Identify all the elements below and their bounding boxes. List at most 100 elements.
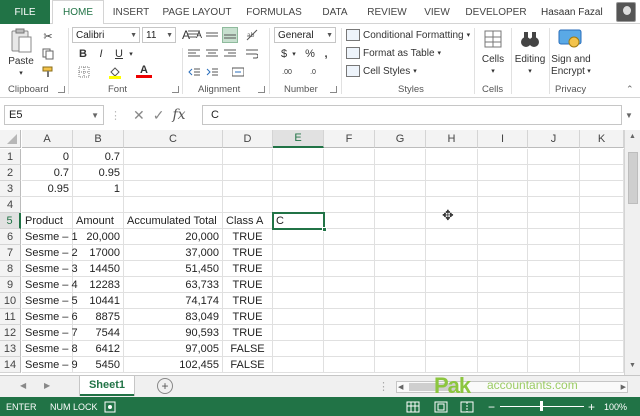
- normal-view-icon[interactable]: [406, 397, 420, 416]
- cell-j4[interactable]: [528, 197, 580, 213]
- currency-button[interactable]: $: [278, 46, 290, 62]
- cell-a7[interactable]: Sesme – 2: [22, 245, 78, 261]
- cells-dropdown-icon[interactable]: ▾: [478, 66, 508, 77]
- cell-i1[interactable]: [478, 149, 528, 165]
- conditional-formatting-button[interactable]: Conditional Formatting ▾: [346, 27, 470, 43]
- align-middle-icon[interactable]: [204, 27, 220, 43]
- scroll-up-icon[interactable]: ▲: [629, 133, 636, 140]
- cell-c9[interactable]: 63,733: [124, 277, 223, 293]
- comma-style-button[interactable]: ,: [320, 46, 332, 62]
- cell-d7[interactable]: TRUE: [223, 245, 273, 261]
- increase-decimal-button[interactable]: .00: [276, 64, 298, 80]
- cell-a5[interactable]: Product: [22, 213, 73, 229]
- cell-b4[interactable]: [73, 197, 124, 213]
- page-layout-view-icon[interactable]: [434, 397, 448, 416]
- row-header-3[interactable]: 3: [0, 181, 21, 197]
- cell-d3[interactable]: [223, 181, 273, 197]
- cell-g14[interactable]: [375, 357, 426, 373]
- formula-input[interactable]: C: [202, 105, 622, 125]
- cell-d13[interactable]: FALSE: [223, 341, 273, 357]
- cell-c6[interactable]: 20,000: [124, 229, 223, 245]
- cell-j2[interactable]: [528, 165, 580, 181]
- cell-d14[interactable]: FALSE: [223, 357, 273, 373]
- cell-f4[interactable]: [324, 197, 375, 213]
- font-size-dropdown[interactable]: 11 ▼: [142, 27, 176, 43]
- cell-c14[interactable]: 102,455: [124, 357, 223, 373]
- cell-j1[interactable]: [528, 149, 580, 165]
- cell-f6[interactable]: [324, 229, 375, 245]
- avatar[interactable]: [616, 2, 636, 22]
- cell-i12[interactable]: [478, 325, 528, 341]
- cell-d8[interactable]: TRUE: [223, 261, 273, 277]
- cell-d10[interactable]: TRUE: [223, 293, 273, 309]
- cell-e14[interactable]: [273, 357, 324, 373]
- cell-k8[interactable]: [580, 261, 624, 277]
- cell-a1[interactable]: 0: [22, 149, 73, 165]
- scroll-right-icon[interactable]: ▶: [621, 383, 626, 391]
- enter-icon[interactable]: ✓: [153, 107, 165, 124]
- cell-g7[interactable]: [375, 245, 426, 261]
- cell-b13[interactable]: 6412: [73, 341, 124, 357]
- decrease-indent-icon[interactable]: [186, 64, 202, 80]
- row-header-14[interactable]: 14: [0, 357, 21, 373]
- select-all-corner[interactable]: [0, 130, 21, 148]
- cell-k11[interactable]: [580, 309, 624, 325]
- cell-g13[interactable]: [375, 341, 426, 357]
- paste-dropdown-icon[interactable]: ▾: [6, 68, 36, 79]
- cell-g8[interactable]: [375, 261, 426, 277]
- cell-f9[interactable]: [324, 277, 375, 293]
- cells-button[interactable]: Cells: [478, 54, 508, 65]
- number-launcher-icon[interactable]: [330, 86, 337, 93]
- cell-h2[interactable]: [426, 165, 478, 181]
- cell-b9[interactable]: 12283: [73, 277, 124, 293]
- cell-a6[interactable]: Sesme – 1: [22, 229, 78, 245]
- name-box[interactable]: E5 ▼: [4, 105, 104, 125]
- underline-button[interactable]: U: [112, 46, 126, 62]
- tab-page-layout[interactable]: PAGE LAYOUT: [159, 0, 235, 24]
- cell-k10[interactable]: [580, 293, 624, 309]
- cell-h3[interactable]: [426, 181, 478, 197]
- cell-j13[interactable]: [528, 341, 580, 357]
- cell-f13[interactable]: [324, 341, 375, 357]
- font-name-dropdown[interactable]: Calibri ▼: [72, 27, 140, 43]
- cell-i13[interactable]: [478, 341, 528, 357]
- cell-styles-button[interactable]: Cell Styles ▾: [346, 63, 417, 79]
- fill-handle[interactable]: [322, 227, 327, 232]
- zoom-slider[interactable]: [500, 397, 584, 416]
- cell-i10[interactable]: [478, 293, 528, 309]
- column-header-k[interactable]: K: [580, 130, 624, 148]
- cell-e11[interactable]: [273, 309, 324, 325]
- editing-dropdown-icon[interactable]: ▾: [511, 66, 549, 77]
- user-name[interactable]: Hasaan Fazal: [541, 0, 603, 24]
- cell-k3[interactable]: [580, 181, 624, 197]
- tab-formulas[interactable]: FORMULAS: [238, 0, 310, 24]
- row-header-12[interactable]: 12: [0, 325, 21, 341]
- copy-icon[interactable]: [40, 46, 56, 62]
- next-sheet-icon[interactable]: ▶: [44, 381, 50, 390]
- cell-a11[interactable]: Sesme – 6: [22, 309, 78, 325]
- splitter-dots-icon[interactable]: ⋮: [378, 380, 389, 393]
- cell-a13[interactable]: Sesme – 8: [22, 341, 78, 357]
- borders-icon[interactable]: [76, 64, 92, 80]
- cell-g5[interactable]: [375, 213, 426, 229]
- cell-e8[interactable]: [273, 261, 324, 277]
- cell-g2[interactable]: [375, 165, 426, 181]
- cell-c8[interactable]: 51,450: [124, 261, 223, 277]
- column-header-j[interactable]: J: [528, 130, 580, 148]
- cell-h6[interactable]: [426, 229, 478, 245]
- cell-j9[interactable]: [528, 277, 580, 293]
- cell-i5[interactable]: [478, 213, 528, 229]
- cell-k9[interactable]: [580, 277, 624, 293]
- cell-a12[interactable]: Sesme – 7: [22, 325, 78, 341]
- row-header-9[interactable]: 9: [0, 277, 21, 293]
- cell-b12[interactable]: 7544: [73, 325, 124, 341]
- paste-button[interactable]: Paste: [6, 56, 36, 67]
- row-header-1[interactable]: 1: [0, 149, 21, 165]
- format-as-table-button[interactable]: Format as Table ▾: [346, 45, 441, 61]
- cells-icon[interactable]: [482, 28, 504, 50]
- cell-i2[interactable]: [478, 165, 528, 181]
- zoom-in-button[interactable]: +: [588, 397, 595, 416]
- row-header-13[interactable]: 13: [0, 341, 21, 357]
- cell-j8[interactable]: [528, 261, 580, 277]
- font-color-button[interactable]: A: [136, 64, 152, 78]
